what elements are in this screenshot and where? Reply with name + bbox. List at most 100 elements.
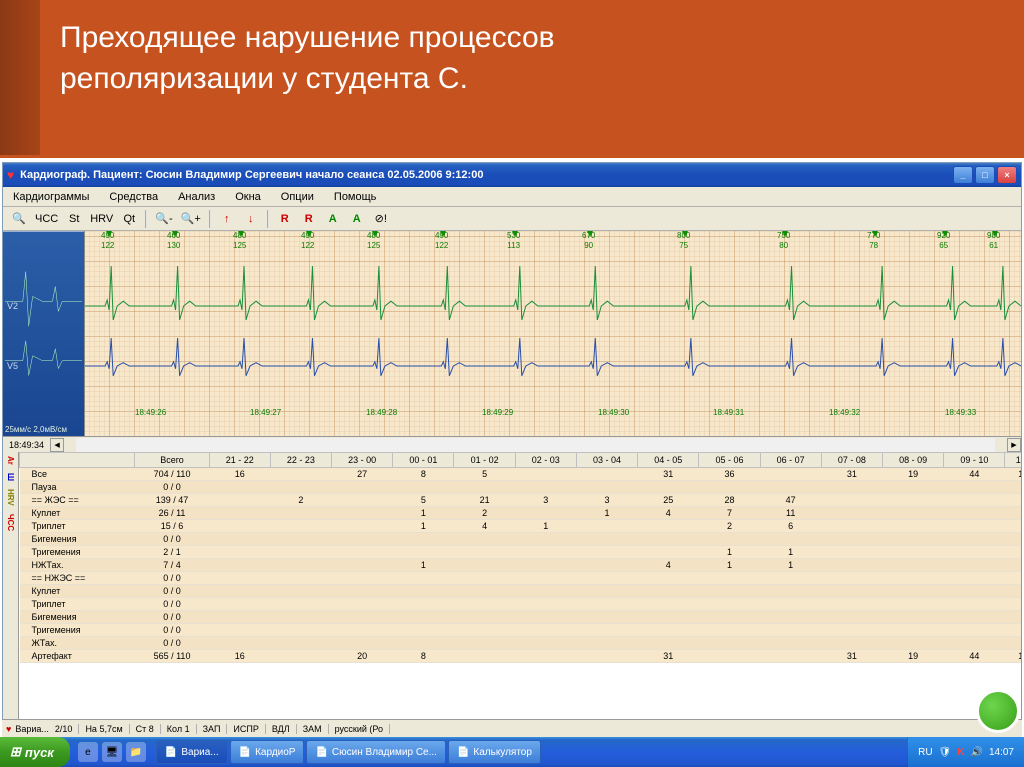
table-row[interactable]: == ЖЭС ==139 / 47252133252847 [20, 494, 1022, 507]
menu-Кардиограммы[interactable]: Кардиограммы [3, 188, 99, 206]
col-header[interactable]: Всего [135, 453, 209, 468]
table-row[interactable]: ЖТах.0 / 0 [20, 637, 1022, 650]
status-cell: Кол 1 [161, 724, 197, 734]
side-tab-Ar[interactable]: Ar [6, 456, 15, 465]
col-header[interactable]: 04 - 05 [638, 453, 699, 468]
toolbar: 🔍ЧССStHRVQt🔍-🔍+↑↓RRAA⊘! [3, 207, 1021, 231]
menu-Помощь[interactable]: Помощь [324, 188, 387, 206]
table-row[interactable]: == НЖЭС ==0 / 0 [20, 572, 1022, 585]
tray-shield-icon[interactable]: 🛡 [939, 747, 952, 758]
time-label: 18:49:28 [366, 408, 397, 417]
table-row[interactable]: Бигемения0 / 0 [20, 611, 1022, 624]
col-header[interactable]: 00 - 01 [393, 453, 454, 468]
col-header[interactable]: 03 - 04 [576, 453, 637, 468]
tool-R[interactable]: R [274, 209, 296, 229]
time-label: 18:49:33 [945, 408, 976, 417]
scroll-track[interactable] [76, 438, 995, 452]
col-header[interactable]: 22 - 23 [270, 453, 331, 468]
tray-vol-icon[interactable]: 🔊 [971, 747, 983, 758]
menu-Окна[interactable]: Окна [225, 188, 271, 206]
ecg-top-readings: 4901224601304801254901224801254901225301… [85, 231, 1021, 251]
status-cell: Ст 8 [130, 724, 161, 734]
tool-Qt[interactable]: Qt [118, 209, 140, 229]
tool-↑[interactable]: ↑ [216, 209, 238, 229]
status-cell: На 5,7см [79, 724, 129, 734]
table-row[interactable]: Все704 / 11016278531363119441 [20, 468, 1022, 481]
col-header[interactable]: 09 - 10 [944, 453, 1005, 468]
table-row[interactable]: Триплет15 / 614126 [20, 520, 1022, 533]
system-tray[interactable]: RU 🛡 K 🔊 14:07 [907, 737, 1024, 767]
tool-HRV[interactable]: HRV [87, 209, 116, 229]
tray-time: 14:07 [989, 747, 1014, 758]
task-item[interactable]: 📄Калькулятор [448, 740, 541, 764]
tool-🔍+[interactable]: 🔍+ [178, 209, 204, 229]
ecg-main-canvas[interactable]: 4901224601304801254901224801254901225301… [85, 231, 1021, 436]
status-bar: ♥Вариа... 2/10На 5,7смСт 8Кол 1ЗАПИСПРВД… [2, 719, 1022, 737]
left-tabs: Ar Ш HRV ЧСС [3, 452, 19, 736]
menu-Средства[interactable]: Средства [99, 188, 168, 206]
col-header[interactable]: 07 - 08 [821, 453, 882, 468]
status-cell: 2/10 [49, 724, 80, 734]
events-table[interactable]: Всего21 - 2222 - 2323 - 0000 - 0101 - 02… [19, 452, 1021, 663]
quicklaunch: e 🖥 📁 [78, 742, 146, 762]
tool-🔍-[interactable]: 🔍- [152, 209, 175, 229]
task-item[interactable]: 📄Вариа... [156, 740, 228, 764]
side-tab-HRV[interactable]: HRV [6, 489, 15, 506]
ecg-scrollbar[interactable]: 18:49:34 ◀ ▶ [3, 436, 1021, 452]
side-tab-Ш[interactable]: Ш [6, 473, 15, 481]
ecg-speed-label: 25мм/с 2,0мВ/см [5, 425, 67, 434]
maximize-button[interactable]: □ [975, 166, 995, 184]
task-item[interactable]: 📄Сюсин Владимир Се... [306, 740, 445, 764]
col-header[interactable] [20, 453, 135, 468]
tool-A[interactable]: A [322, 209, 344, 229]
ecg-lead-panel: V2 V5 25мм/с 2,0мВ/см [3, 231, 85, 436]
lead-label-v2: V2 [7, 301, 18, 311]
table-row[interactable]: Тригемения2 / 111 [20, 546, 1022, 559]
table-row[interactable]: Куплет0 / 0 [20, 585, 1022, 598]
col-header[interactable]: 23 - 00 [332, 453, 393, 468]
col-header[interactable]: 21 - 22 [209, 453, 270, 468]
start-button[interactable]: ⊞ пуск [0, 737, 70, 767]
lead-preview-svg [3, 231, 84, 436]
scroll-right-arrow[interactable]: ▶ [1007, 438, 1021, 452]
minimize-button[interactable]: _ [953, 166, 973, 184]
taskbar: ⊞ пуск e 🖥 📁 📄Вариа...📄КардиоР📄Сюсин Вла… [0, 737, 1024, 767]
tool-A[interactable]: A [346, 209, 368, 229]
tool-🔍[interactable]: 🔍 [8, 209, 30, 229]
table-row[interactable]: Бигемения0 / 0 [20, 533, 1022, 546]
status-cell: ЗАМ [297, 724, 329, 734]
ie-icon[interactable]: e [78, 742, 98, 762]
col-header[interactable]: 01 - 02 [454, 453, 515, 468]
time-label: 18:49:29 [482, 408, 513, 417]
scroll-left-arrow[interactable]: ◀ [50, 438, 64, 452]
folder-icon[interactable]: 📁 [126, 742, 146, 762]
col-header[interactable]: 05 - 06 [699, 453, 760, 468]
tool-↓[interactable]: ↓ [240, 209, 262, 229]
tray-k-icon[interactable]: K [957, 747, 964, 758]
close-button[interactable]: × [997, 166, 1017, 184]
titlebar[interactable]: ♥ Кардиограф. Пациент: Сюсин Владимир Се… [3, 163, 1021, 187]
window-title: Кардиограф. Пациент: Сюсин Владимир Серг… [20, 169, 953, 181]
table-row[interactable]: Триплет0 / 0 [20, 598, 1022, 611]
status-app: Вариа... [15, 724, 49, 734]
tool-St[interactable]: St [63, 209, 85, 229]
slide-divider [0, 155, 1024, 158]
menu-Анализ[interactable]: Анализ [168, 188, 225, 206]
table-row[interactable]: НЖТах.7 / 41411 [20, 559, 1022, 572]
menu-Опции[interactable]: Опции [271, 188, 324, 206]
table-row[interactable]: Пауза0 / 0 [20, 481, 1022, 494]
task-item[interactable]: 📄КардиоР [230, 740, 305, 764]
side-tab-ЧСС[interactable]: ЧСС [6, 514, 15, 531]
table-row[interactable]: Тригемения0 / 0 [20, 624, 1022, 637]
tool-⊘![interactable]: ⊘! [370, 209, 392, 229]
desktop-icon[interactable]: 🖥 [102, 742, 122, 762]
table-row[interactable]: Куплет26 / 111214711 [20, 507, 1022, 520]
col-header[interactable]: 06 - 07 [760, 453, 821, 468]
table-row[interactable]: Артефакт565 / 11016208313119441 [20, 650, 1022, 663]
tray-lang[interactable]: RU [918, 747, 932, 758]
col-header[interactable]: 08 - 09 [883, 453, 944, 468]
tool-ЧСС[interactable]: ЧСС [32, 209, 61, 229]
col-header[interactable]: 10 [1005, 453, 1021, 468]
tool-R[interactable]: R [298, 209, 320, 229]
col-header[interactable]: 02 - 03 [515, 453, 576, 468]
